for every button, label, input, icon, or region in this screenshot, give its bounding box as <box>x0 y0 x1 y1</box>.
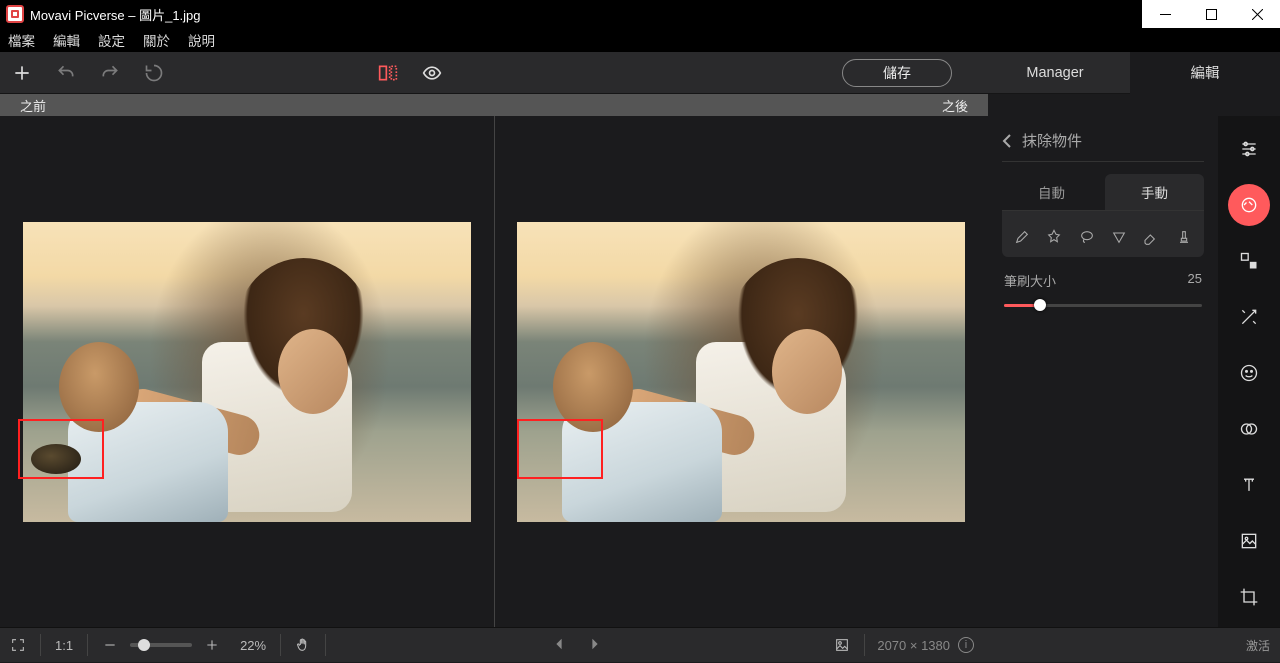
right-panel: 抹除物件 自動 手動 筆刷大小 25 <box>988 116 1280 627</box>
magic-tool[interactable] <box>1228 296 1270 338</box>
app-icon <box>6 5 24 23</box>
panel-divider <box>1002 161 1204 162</box>
titlebar: Movavi Picverse – 圖片_1.jpg <box>0 0 1280 28</box>
subtab-auto[interactable]: 自動 <box>1002 174 1101 210</box>
redo-button[interactable] <box>88 52 132 94</box>
zoom-out-button[interactable] <box>92 628 128 663</box>
after-pane[interactable] <box>494 116 989 627</box>
adjust-tool[interactable] <box>1228 128 1270 170</box>
add-button[interactable] <box>0 52 44 94</box>
window-title: Movavi Picverse – 圖片_1.jpg <box>30 5 1142 24</box>
canvas-area <box>0 116 988 627</box>
prev-image-button[interactable] <box>552 637 566 654</box>
label-before: 之前 <box>0 94 494 116</box>
fit-button[interactable]: 1:1 <box>45 638 83 653</box>
compare-header: 之前 之後 <box>0 94 1280 116</box>
crop-tool[interactable] <box>1228 576 1270 618</box>
overlap-tool[interactable] <box>1228 408 1270 450</box>
menu-settings[interactable]: 設定 <box>98 30 125 50</box>
brush-size-label: 筆刷大小 <box>1004 271 1056 290</box>
activate-link[interactable]: 激活 <box>1246 637 1270 654</box>
menubar: 檔案 編輯 設定 關於 說明 <box>0 28 1280 52</box>
gallery-button[interactable] <box>824 628 860 663</box>
pan-button[interactable] <box>285 628 321 663</box>
toolbar: 儲存 Manager 編輯 <box>0 52 1280 94</box>
before-highlight-box <box>18 419 104 479</box>
brush-size-slider[interactable] <box>1004 296 1202 314</box>
main: 抹除物件 自動 手動 筆刷大小 25 <box>0 116 1280 627</box>
panel-title: 抹除物件 <box>1022 130 1082 151</box>
menu-edit[interactable]: 編輯 <box>53 30 80 50</box>
stamp-tool-icon[interactable] <box>1172 225 1196 249</box>
before-pane[interactable] <box>0 116 494 627</box>
undo-button[interactable] <box>44 52 88 94</box>
preview-button[interactable] <box>410 52 454 94</box>
mode-edit-tab[interactable]: 編輯 <box>1130 52 1280 94</box>
resize-tool[interactable] <box>1228 240 1270 282</box>
mode-manager-tab[interactable]: Manager <box>980 52 1130 94</box>
reset-button[interactable] <box>132 52 176 94</box>
brush-tool-icon[interactable] <box>1010 225 1034 249</box>
info-icon[interactable]: i <box>958 637 974 653</box>
image-dimensions: 2070 × 1380 <box>869 638 958 653</box>
menu-about[interactable]: 關於 <box>143 30 170 50</box>
tool-strip <box>1218 116 1280 627</box>
lasso-tool-icon[interactable] <box>1075 225 1099 249</box>
erase-tool[interactable] <box>1228 184 1270 226</box>
maximize-button[interactable] <box>1188 0 1234 28</box>
brush-size-value: 25 <box>1188 271 1202 290</box>
panel-back[interactable]: 抹除物件 <box>1002 130 1204 151</box>
menu-file[interactable]: 檔案 <box>8 30 35 50</box>
close-button[interactable] <box>1234 0 1280 28</box>
status-bar: 1:1 22% 2070 × 1380 i 激活 <box>0 627 1280 662</box>
erase-tool-row <box>1002 211 1204 257</box>
zoom-slider[interactable] <box>130 643 192 647</box>
next-image-button[interactable] <box>588 637 602 654</box>
chevron-left-icon <box>1002 134 1012 148</box>
face-tool[interactable] <box>1228 352 1270 394</box>
pin-tool-icon[interactable] <box>1042 225 1066 249</box>
save-button[interactable]: 儲存 <box>842 59 952 87</box>
subtabs: 自動 手動 <box>1002 174 1204 211</box>
label-after: 之後 <box>494 94 988 116</box>
minimize-button[interactable] <box>1142 0 1188 28</box>
polygon-tool-icon[interactable] <box>1107 225 1131 249</box>
fullscreen-button[interactable] <box>0 628 36 663</box>
menu-help[interactable]: 說明 <box>188 30 215 50</box>
subtab-manual[interactable]: 手動 <box>1105 174 1204 210</box>
image-tool[interactable] <box>1228 520 1270 562</box>
eraser-tool-icon[interactable] <box>1139 225 1163 249</box>
compare-toggle-button[interactable] <box>366 52 410 94</box>
zoom-in-button[interactable] <box>194 628 230 663</box>
zoom-percent: 22% <box>230 638 276 653</box>
text-tool[interactable] <box>1228 464 1270 506</box>
after-highlight-box <box>517 419 603 479</box>
